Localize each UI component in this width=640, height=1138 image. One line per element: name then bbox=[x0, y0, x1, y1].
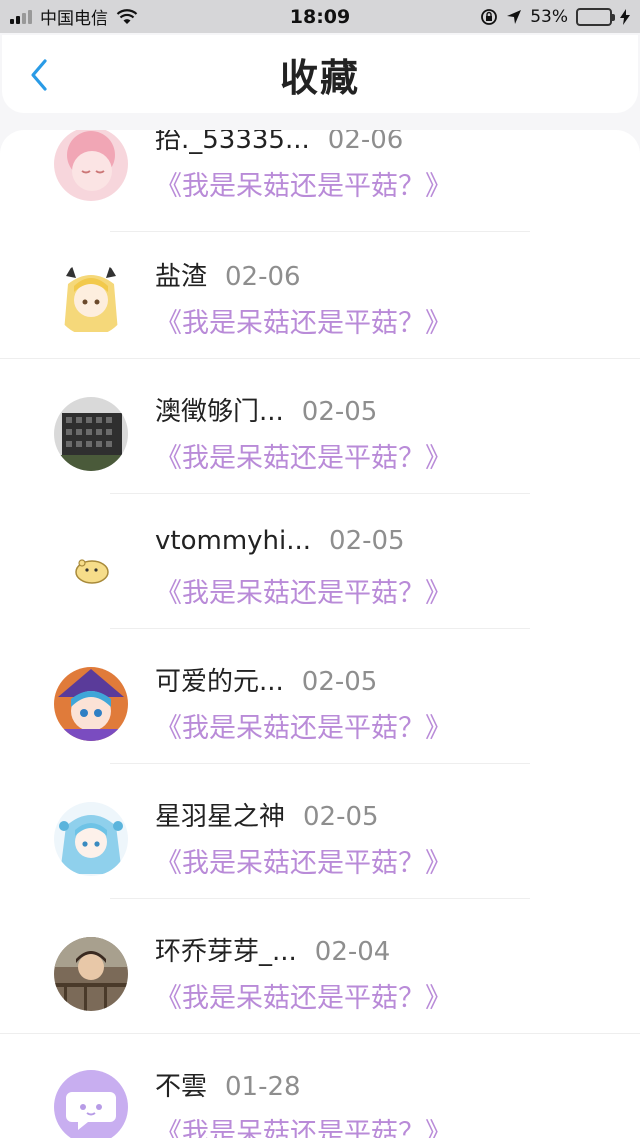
wifi-icon bbox=[116, 8, 138, 24]
item-header: 抬._53335... 02-06 bbox=[155, 130, 403, 156]
user-avatar bbox=[54, 397, 128, 471]
list-item[interactable]: 盐渣 02-06 《我是呆菇还是平菇？》 bbox=[0, 224, 640, 359]
post-title[interactable]: 《我是呆菇还是平菇？》 bbox=[155, 164, 452, 203]
favorite-date: 02-05 bbox=[301, 397, 378, 427]
favorite-date: 02-05 bbox=[301, 667, 378, 697]
list-item[interactable]: 抬._53335... 02-06 《我是呆菇还是平菇？》 bbox=[0, 130, 640, 232]
chevron-left-icon bbox=[31, 59, 47, 91]
username: 澳徵够门... bbox=[155, 397, 284, 427]
post-title[interactable]: 《我是呆菇还是平菇？》 bbox=[155, 1111, 452, 1138]
item-header: 可爱的元... 02-05 bbox=[155, 661, 377, 698]
favorite-date: 02-04 bbox=[314, 937, 391, 967]
post-title[interactable]: 《我是呆菇还是平菇？》 bbox=[155, 301, 452, 340]
list-item[interactable]: vtommyhi... 02-05 《我是呆菇还是平菇？》 bbox=[0, 494, 640, 629]
user-avatar bbox=[54, 667, 128, 741]
nav-bar: 收藏 bbox=[2, 35, 638, 113]
favorite-date: 02-05 bbox=[329, 526, 405, 556]
orientation-lock-icon bbox=[481, 8, 498, 25]
page-title: 收藏 bbox=[279, 55, 360, 100]
user-avatar bbox=[54, 262, 128, 336]
list-item[interactable]: 不雲 01-28 《我是呆菇还是平菇？》 bbox=[0, 1034, 640, 1138]
status-left: 中国电信 bbox=[10, 4, 138, 29]
post-title[interactable]: 《我是呆菇还是平菇？》 bbox=[155, 571, 452, 610]
user-avatar bbox=[54, 802, 128, 876]
status-bar: 中国电信 18:09 53% bbox=[0, 0, 640, 33]
item-header: 不雲 01-28 bbox=[155, 1066, 301, 1103]
username: 环乔芽芽_... bbox=[155, 937, 297, 967]
list-item[interactable]: 可爱的元... 02-05 《我是呆菇还是平菇？》 bbox=[0, 629, 640, 764]
location-arrow-icon bbox=[507, 9, 522, 24]
charging-bolt-icon bbox=[620, 8, 630, 25]
username: 抬._53335... bbox=[155, 130, 310, 155]
username: 盐渣 bbox=[155, 262, 208, 292]
favorites-list: 抬._53335... 02-06 《我是呆菇还是平菇？》 盐渣 02-06 《… bbox=[0, 130, 640, 1138]
battery-percent: 53% bbox=[530, 6, 568, 27]
favorite-date: 02-05 bbox=[303, 802, 379, 832]
carrier-label: 中国电信 bbox=[40, 9, 108, 29]
username: 星羽星之神 bbox=[155, 802, 286, 832]
battery-icon bbox=[576, 7, 615, 26]
item-header: 环乔芽芽_... 02-04 bbox=[155, 931, 390, 968]
username: 不雲 bbox=[155, 1072, 208, 1102]
user-avatar bbox=[54, 937, 128, 1011]
user-avatar bbox=[54, 130, 128, 201]
favorite-date: 02-06 bbox=[327, 130, 404, 155]
post-title[interactable]: 《我是呆菇还是平菇？》 bbox=[155, 706, 452, 745]
favorite-date: 01-28 bbox=[225, 1072, 301, 1102]
back-button[interactable] bbox=[24, 57, 54, 93]
post-title[interactable]: 《我是呆菇还是平菇？》 bbox=[155, 436, 452, 475]
post-title[interactable]: 《我是呆菇还是平菇？》 bbox=[155, 976, 452, 1015]
item-header: 澳徵够门... 02-05 bbox=[155, 391, 377, 428]
favorite-date: 02-06 bbox=[225, 262, 301, 292]
user-avatar bbox=[54, 532, 128, 606]
item-header: 星羽星之神 02-05 bbox=[155, 796, 379, 833]
user-avatar bbox=[54, 1070, 128, 1138]
post-title[interactable]: 《我是呆菇还是平菇？》 bbox=[155, 841, 452, 880]
list-item[interactable]: 澳徵够门... 02-05 《我是呆菇还是平菇？》 bbox=[0, 359, 640, 494]
signal-icon bbox=[10, 9, 32, 24]
item-header: 盐渣 02-06 bbox=[155, 256, 301, 293]
item-header: vtommyhi... 02-05 bbox=[155, 526, 405, 556]
list-item[interactable]: 星羽星之神 02-05 《我是呆菇还是平菇？》 bbox=[0, 764, 640, 899]
username: 可爱的元... bbox=[155, 667, 284, 697]
status-right: 53% bbox=[480, 7, 630, 27]
list-item[interactable]: 环乔芽芽_... 02-04 《我是呆菇还是平菇？》 bbox=[0, 899, 640, 1034]
username: vtommyhi... bbox=[155, 526, 312, 556]
